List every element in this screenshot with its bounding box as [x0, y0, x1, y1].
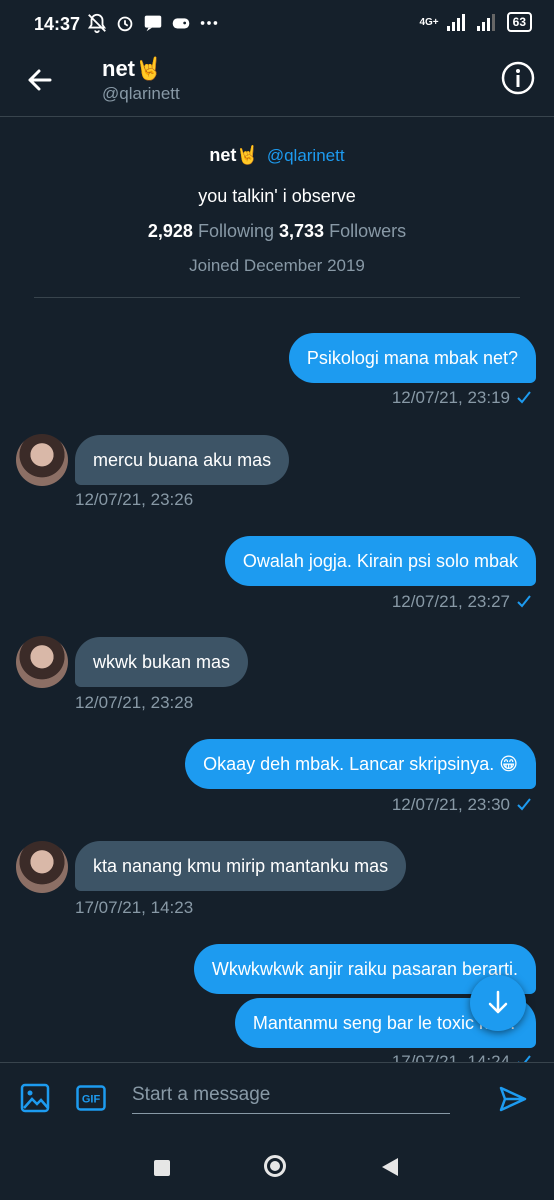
message-input[interactable] — [132, 1077, 450, 1114]
header-name[interactable]: net🤘 — [102, 56, 162, 82]
profile-divider — [34, 297, 520, 298]
info-icon — [501, 61, 535, 95]
message-timestamp: 12/07/21, 23:27 — [392, 592, 532, 612]
notification-icons — [86, 12, 220, 34]
message-bubble-sent[interactable]: Psikologi mana mbak net? — [288, 333, 536, 383]
send-icon — [499, 1086, 527, 1112]
more-dots-icon — [200, 21, 218, 25]
gif-label: GIF — [82, 1094, 101, 1106]
game-icon — [172, 18, 190, 29]
recent-apps-button[interactable] — [154, 1160, 170, 1176]
timestamp-text: 17/07/21, 14:24 — [391, 1052, 510, 1062]
profile-joined: Joined December 2019 — [189, 256, 365, 275]
scroll-to-bottom-button[interactable] — [470, 975, 526, 1031]
gif-icon: GIF — [76, 1085, 106, 1111]
check-icon — [517, 595, 531, 608]
battery-icon: 63 — [506, 12, 532, 32]
timestamp-text: 12/07/21, 23:30 — [391, 795, 510, 814]
conversation-header: net🤘 @qlarinett — [0, 50, 554, 116]
profile-name[interactable]: net🤘 — [209, 145, 258, 165]
check-icon — [517, 798, 531, 811]
image-icon — [20, 1083, 50, 1113]
message-list[interactable]: Psikologi mana mbak net? 12/07/21, 23:19… — [0, 300, 554, 1062]
message-timestamp: 17/07/21, 14:23 — [75, 898, 194, 917]
alarm-icon — [117, 16, 133, 32]
signal-icon-2 — [476, 14, 495, 31]
status-time: 14:37 — [34, 14, 81, 34]
message-bubble-sent[interactable]: Okaay deh mbak. Lancar skripsinya. 😁 — [185, 739, 536, 789]
following-label[interactable]: Following — [198, 221, 274, 241]
info-button[interactable] — [500, 60, 536, 96]
avatar[interactable] — [16, 636, 68, 688]
message-timestamp: 12/07/21, 23:30 — [392, 795, 532, 815]
gif-button[interactable]: GIF — [76, 1085, 106, 1111]
image-button[interactable] — [20, 1083, 50, 1113]
timestamp-text: 12/07/21, 23:19 — [391, 388, 510, 407]
message-composer: GIF — [0, 1062, 554, 1133]
arrow-left-icon — [28, 69, 52, 91]
avatar[interactable] — [16, 841, 68, 893]
system-back-button[interactable] — [382, 1158, 398, 1176]
signal-icon — [446, 14, 465, 31]
message-timestamp: 17/07/21, 14:24 — [392, 1052, 532, 1062]
profile-stats: 2,928 Following 3,733 Followers — [0, 221, 554, 242]
send-button[interactable] — [498, 1085, 528, 1113]
followers-count[interactable]: 3,733 — [279, 221, 324, 241]
message-icon — [144, 15, 162, 32]
timestamp-text: 12/07/21, 23:27 — [391, 592, 510, 611]
header-handle[interactable]: @qlarinett — [102, 84, 180, 104]
profile-summary: net🤘 @qlarinett you talkin' i observe 2,9… — [0, 145, 554, 276]
status-bar: 14:37 4G+ 63 — [0, 0, 554, 50]
check-icon — [518, 1055, 531, 1062]
message-bubble-received[interactable]: wkwk bukan mas — [75, 637, 249, 687]
avatar[interactable] — [16, 434, 68, 486]
profile-name-line: net🤘 @qlarinett — [0, 145, 554, 166]
profile-bio: you talkin' i observe — [198, 186, 356, 206]
system-nav-bar — [0, 1132, 554, 1200]
back-button[interactable] — [20, 62, 60, 98]
arrow-down-icon — [488, 990, 508, 1014]
home-button[interactable] — [264, 1155, 286, 1177]
message-timestamp: 12/07/21, 23:28 — [75, 693, 194, 712]
status-right: 4G+ 63 — [419, 12, 532, 32]
header-divider — [0, 116, 554, 117]
message-timestamp: 12/07/21, 23:26 — [75, 490, 194, 509]
message-bubble-sent[interactable]: Owalah jogja. Kirain psi solo mbak — [224, 536, 536, 586]
message-bubble-received[interactable]: mercu buana aku mas — [75, 435, 290, 485]
check-icon — [517, 391, 531, 404]
message-bubble-received[interactable]: kta nanang kmu mirip mantanku mas — [75, 841, 407, 891]
network-label: 4G+ — [419, 16, 439, 28]
message-timestamp: 12/07/21, 23:19 — [392, 388, 532, 408]
followers-label[interactable]: Followers — [329, 221, 406, 241]
following-count[interactable]: 2,928 — [148, 221, 193, 241]
profile-handle[interactable]: @qlarinett — [267, 146, 345, 165]
bell-off-icon — [87, 13, 107, 34]
